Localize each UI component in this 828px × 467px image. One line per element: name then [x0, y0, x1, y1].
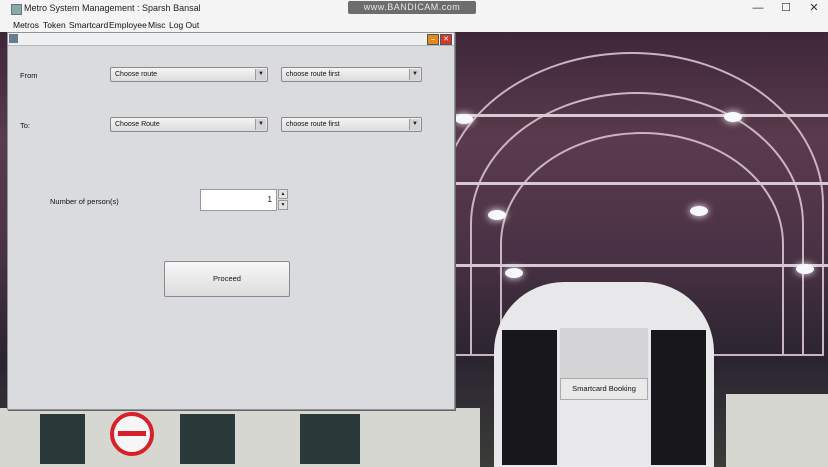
proceed-button[interactable]: Proceed — [164, 261, 290, 297]
to-label: To: — [20, 121, 31, 130]
train-window — [300, 414, 360, 464]
ceiling-lamp — [488, 210, 506, 220]
metro-logo-icon — [110, 412, 154, 456]
train-front — [494, 282, 714, 467]
menu-token[interactable]: Token — [43, 20, 66, 30]
train-window — [40, 414, 85, 464]
from-route-select[interactable]: Choose route ▼ — [110, 67, 268, 82]
chevron-down-icon: ▼ — [409, 119, 420, 130]
from-label: From — [20, 71, 38, 80]
menu-logout[interactable]: Log Out — [169, 20, 199, 30]
ceiling-lamp — [724, 112, 742, 122]
persons-spinner[interactable]: 1 ▲ ▼ — [200, 189, 288, 211]
spinner-up-icon[interactable]: ▲ — [278, 189, 288, 199]
maximize-button[interactable]: ☐ — [772, 0, 800, 16]
from-station-select[interactable]: choose route first ▼ — [281, 67, 422, 82]
ceiling-lamp — [690, 206, 708, 216]
destination-sign — [560, 328, 648, 384]
spinner-down-icon[interactable]: ▼ — [278, 200, 288, 210]
menu-misc[interactable]: Misc — [148, 20, 165, 30]
persons-label: Number of person(s) — [50, 197, 119, 206]
window-title: Metro System Management : Sparsh Bansal — [24, 3, 201, 13]
bandicam-watermark: www.BANDICAM.com — [348, 1, 476, 14]
side-train — [726, 394, 828, 467]
app-icon — [11, 4, 22, 15]
chevron-down-icon: ▼ — [409, 69, 420, 80]
ceiling-lamp — [455, 114, 473, 124]
train-window — [502, 330, 557, 465]
chevron-down-icon: ▼ — [255, 69, 266, 80]
smartcard-booking-label[interactable]: Smartcard Booking — [560, 378, 648, 400]
roof-beam — [455, 264, 828, 267]
token-booking-frame: – ✕ From Choose route ▼ choose route fir… — [7, 32, 455, 410]
train-window — [651, 330, 706, 465]
roof-beam — [455, 182, 828, 185]
menubar: Metros Token Smartcard Employee Misc Log… — [0, 18, 828, 32]
ceiling-lamp — [505, 268, 523, 278]
menu-metros[interactable]: Metros — [13, 20, 39, 30]
frame-close-icon[interactable]: ✕ — [440, 34, 452, 45]
minimize-button[interactable]: — — [744, 0, 772, 16]
menu-smartcard[interactable]: Smartcard — [69, 20, 108, 30]
frame-minimize-icon[interactable]: – — [427, 34, 439, 45]
close-button[interactable]: ✕ — [800, 0, 828, 16]
app-titlebar: Metro System Management : Sparsh Bansal … — [0, 0, 828, 19]
chevron-down-icon: ▼ — [255, 119, 266, 130]
to-route-select[interactable]: Choose Route ▼ — [110, 117, 268, 132]
menu-employee[interactable]: Employee — [109, 20, 147, 30]
ceiling-lamp — [796, 264, 814, 274]
frame-icon — [9, 34, 18, 43]
train-window — [180, 414, 235, 464]
frame-titlebar: – ✕ — [8, 33, 454, 46]
persons-input[interactable]: 1 — [200, 189, 277, 211]
roof-beam — [455, 114, 828, 117]
to-station-select[interactable]: choose route first ▼ — [281, 117, 422, 132]
